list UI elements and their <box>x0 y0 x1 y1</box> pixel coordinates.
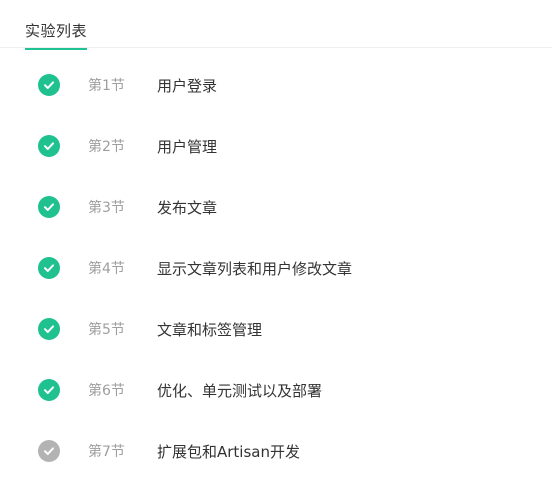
section-number: 第1节 <box>88 78 125 94</box>
experiment-title-link[interactable]: 优化、单元测试以及部署 <box>157 380 322 401</box>
check-circle-icon <box>38 379 60 401</box>
list-item[interactable]: 第6节 优化、单元测试以及部署 <box>0 370 552 410</box>
tab-experiment-list[interactable]: 实验列表 <box>25 20 88 50</box>
list-item[interactable]: 第7节 扩展包和Artisan开发 <box>0 431 552 471</box>
check-circle-icon <box>38 74 60 96</box>
list-item[interactable]: 第4节 显示文章列表和用户修改文章 <box>0 248 552 288</box>
experiment-title-link[interactable]: 扩展包和Artisan开发 <box>157 441 300 462</box>
check-circle-icon <box>38 257 60 279</box>
check-circle-icon <box>38 135 60 157</box>
section-number: 第3节 <box>88 200 125 216</box>
check-circle-icon <box>38 318 60 340</box>
section-number: 第5节 <box>88 322 125 338</box>
header-bar: 实验列表 <box>0 0 552 50</box>
list-item[interactable]: 第3节 发布文章 <box>0 187 552 227</box>
check-circle-icon <box>38 440 60 462</box>
section-number: 第2节 <box>88 139 125 155</box>
experiment-title-link[interactable]: 用户管理 <box>157 136 217 157</box>
check-circle-icon <box>38 196 60 218</box>
section-number: 第7节 <box>88 444 125 460</box>
list-item[interactable]: 第1节 用户登录 <box>0 65 552 105</box>
list-item[interactable]: 第5节 文章和标签管理 <box>0 309 552 349</box>
list-item[interactable]: 第2节 用户管理 <box>0 126 552 166</box>
experiment-title-link[interactable]: 显示文章列表和用户修改文章 <box>157 258 352 279</box>
experiment-title-link[interactable]: 文章和标签管理 <box>157 319 262 340</box>
experiment-title-link[interactable]: 发布文章 <box>157 197 217 218</box>
section-number: 第6节 <box>88 383 125 399</box>
section-number: 第4节 <box>88 261 125 277</box>
experiment-title-link[interactable]: 用户登录 <box>157 75 217 96</box>
